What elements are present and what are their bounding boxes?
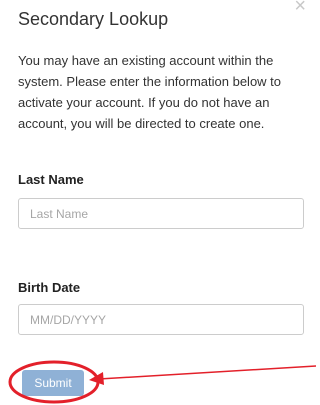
modal-description: You may have an existing account within … xyxy=(18,53,282,131)
last-name-label: Last Name xyxy=(18,172,84,187)
birth-date-label: Birth Date xyxy=(18,280,81,295)
modal-title: Secondary Lookup xyxy=(18,9,169,29)
last-name-input[interactable] xyxy=(18,198,304,229)
close-icon[interactable]: × xyxy=(294,0,306,16)
submit-button[interactable]: Submit xyxy=(22,370,84,396)
secondary-lookup-modal: × Secondary Lookup You may have an exist… xyxy=(0,0,316,405)
birth-date-input[interactable] xyxy=(18,304,304,335)
